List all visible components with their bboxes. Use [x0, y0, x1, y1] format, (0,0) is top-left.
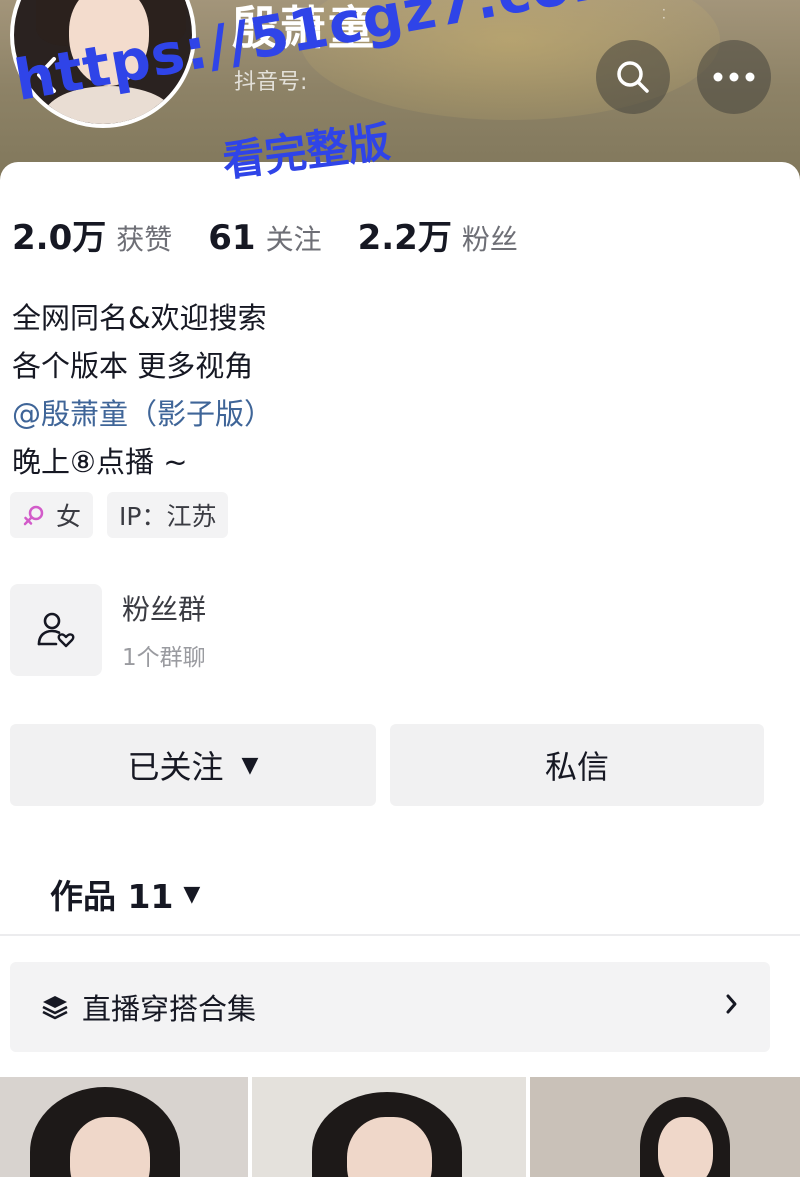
profile-card: 2.0万 获赞 61 关注 2.2万 粉丝 全网同名&欢迎搜索 各个版本 更多视… [0, 162, 800, 1177]
profile-bio: 全网同名&欢迎搜索 各个版本 更多视角 @殷萧童（影子版） 晚上⑧点播 ~ [12, 294, 273, 486]
fan-group-icon-box [10, 584, 102, 676]
chevron-left-icon [37, 57, 56, 93]
works-grid [0, 1077, 800, 1177]
female-icon [22, 503, 46, 527]
bio-line-4: 晚上⑧点播 ~ [12, 445, 188, 479]
message-label: 私信 [544, 748, 609, 786]
fan-group-text: 粉丝群 1个群聊 [122, 588, 206, 672]
stat-likes[interactable]: 2.0万 获赞 [12, 210, 172, 259]
decorative-dots: · · [662, 3, 666, 25]
collection-label: 直播穿搭合集 [82, 992, 257, 1026]
more-dots-icon [713, 72, 755, 82]
back-button[interactable] [24, 50, 68, 100]
tab-works[interactable]: 作品 11 ▼ [50, 870, 200, 918]
ip-tag: IP：江苏 [107, 492, 229, 538]
stats-row: 2.0万 获赞 61 关注 2.2万 粉丝 [12, 210, 554, 259]
stat-followers[interactable]: 2.2万 粉丝 [358, 210, 518, 259]
stat-likes-label: 获赞 [116, 223, 173, 256]
action-row: 已关注 ▼ 私信 [10, 724, 764, 806]
stack-icon [40, 992, 70, 1022]
works-tab-label: 作品 11 [50, 877, 174, 916]
stat-followers-label: 粉丝 [461, 223, 518, 256]
user-heart-icon [37, 612, 75, 648]
bio-line-2: 各个版本 更多视角 [12, 349, 254, 383]
message-button[interactable]: 私信 [390, 724, 764, 806]
search-icon [617, 61, 649, 93]
douyin-id[interactable]: 抖音号: [234, 64, 307, 96]
stat-following[interactable]: 61 关注 [208, 218, 321, 258]
chevron-right-icon [724, 990, 740, 1018]
fan-group-title: 粉丝群 [122, 593, 207, 626]
stat-followers-value: 2.2万 [357, 218, 452, 258]
stat-likes-value: 2.0万 [12, 218, 107, 258]
caret-down-icon: ▼ [183, 881, 201, 907]
bio-line-1: 全网同名&欢迎搜索 [12, 301, 267, 335]
stat-following-value: 61 [208, 218, 256, 258]
profile-name: 殷萧童 [232, 1, 376, 55]
bio-mention-link[interactable]: @殷萧童（影子版） [12, 390, 273, 438]
collection-entry[interactable]: 直播穿搭合集 [10, 962, 770, 1052]
video-thumbnail-3[interactable] [530, 1077, 800, 1177]
video-thumbnail-1[interactable] [0, 1077, 248, 1177]
profile-tags: 女 IP：江苏 [10, 492, 242, 538]
search-button[interactable] [596, 40, 670, 114]
followed-button[interactable]: 已关注 ▼ [10, 724, 376, 806]
stat-following-label: 关注 [265, 223, 322, 256]
fan-group-subtitle: 1个群聊 [122, 645, 206, 671]
video-thumbnail-2[interactable] [252, 1077, 526, 1177]
followed-label: 已关注 [127, 748, 224, 786]
gender-label: 女 [56, 502, 82, 531]
caret-down-icon: ▼ [241, 752, 259, 778]
more-button[interactable] [697, 40, 771, 114]
fan-group-entry[interactable]: 粉丝群 1个群聊 [10, 584, 206, 676]
tab-divider [0, 934, 800, 936]
ip-label: IP：江苏 [119, 502, 217, 531]
gender-tag: 女 [10, 492, 94, 538]
